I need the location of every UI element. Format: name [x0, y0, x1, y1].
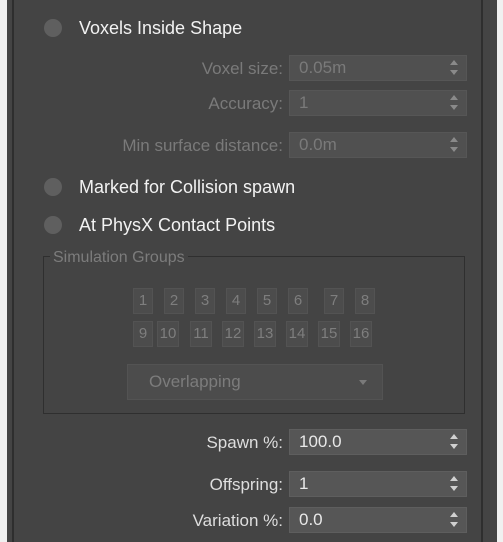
- sim-group-button-6[interactable]: 6: [288, 288, 308, 314]
- voxels-inside-shape-label: Voxels Inside Shape: [79, 17, 243, 38]
- simulation-group-mode-value: Overlapping: [149, 372, 241, 391]
- accuracy-label: Accuracy:: [208, 94, 283, 113]
- offspring-value: 1: [299, 474, 309, 493]
- offspring-label: Offspring:: [209, 475, 283, 494]
- voxel-size-spinner[interactable]: 0.05m: [289, 55, 467, 81]
- accuracy-value: 1: [299, 93, 309, 112]
- at-physx-contact-points-label: At PhysX Contact Points: [79, 214, 276, 235]
- accuracy-spinner-arrows-icon[interactable]: [450, 95, 458, 111]
- simulation-groups-title: Simulation Groups: [50, 250, 188, 266]
- sim-group-button-13[interactable]: 13: [254, 321, 276, 347]
- sim-group-button-15[interactable]: 15: [318, 321, 340, 347]
- sim-group-button-5[interactable]: 5: [257, 288, 277, 314]
- sim-group-button-9[interactable]: 9: [133, 321, 153, 347]
- sim-group-button-11[interactable]: 11: [190, 321, 212, 347]
- voxels-inside-shape-radio[interactable]: [44, 19, 62, 37]
- simulation-group-mode-dropdown[interactable]: Overlapping: [127, 364, 383, 400]
- sim-group-button-3[interactable]: 3: [195, 288, 215, 314]
- sim-group-button-4[interactable]: 4: [226, 288, 246, 314]
- sim-group-button-12[interactable]: 12: [222, 321, 244, 347]
- offspring-row: Offspring: 1: [0, 471, 503, 499]
- marked-for-collision-spawn-label: Marked for Collision spawn: [79, 176, 296, 197]
- sim-group-button-14[interactable]: 14: [286, 321, 308, 347]
- voxel-size-spinner-arrows-icon[interactable]: [450, 60, 458, 76]
- sim-group-button-16[interactable]: 16: [350, 321, 372, 347]
- min-surface-distance-label: Min surface distance:: [122, 136, 283, 155]
- min-surface-distance-spinner[interactable]: 0.0m: [289, 132, 467, 158]
- sim-group-button-2[interactable]: 2: [164, 288, 184, 314]
- min-surface-distance-spinner-arrows-icon[interactable]: [450, 137, 458, 153]
- marked-for-collision-spawn-radio[interactable]: [44, 178, 62, 196]
- sim-group-button-7[interactable]: 7: [324, 288, 344, 314]
- accuracy-row: Accuracy: 1: [0, 90, 503, 118]
- at-physx-contact-points-radio[interactable]: [44, 216, 62, 234]
- spawn-pct-label: Spawn %:: [206, 433, 283, 452]
- chevron-down-icon[interactable]: [359, 380, 367, 385]
- variation-pct-row: Variation %: 0.0: [0, 507, 503, 535]
- marked-for-collision-spawn-option[interactable]: Marked for Collision spawn: [44, 173, 295, 201]
- voxels-inside-shape-option[interactable]: Voxels Inside Shape: [44, 14, 242, 42]
- voxel-size-row: Voxel size: 0.05m: [0, 55, 503, 83]
- sim-group-button-8[interactable]: 8: [355, 288, 375, 314]
- voxel-size-label: Voxel size:: [201, 59, 283, 78]
- at-physx-contact-points-option[interactable]: At PhysX Contact Points: [44, 211, 275, 239]
- variation-pct-spinner-arrows-icon[interactable]: [450, 512, 458, 528]
- voxel-size-value: 0.05m: [299, 58, 347, 77]
- sim-group-button-1[interactable]: 1: [133, 288, 153, 314]
- variation-pct-label: Variation %:: [192, 511, 283, 530]
- variation-pct-spinner[interactable]: 0.0: [289, 507, 467, 533]
- offspring-spinner[interactable]: 1: [289, 471, 467, 497]
- min-surface-distance-row: Min surface distance: 0.0m: [0, 132, 503, 160]
- sim-group-button-10[interactable]: 10: [157, 321, 179, 347]
- spawn-pct-spinner[interactable]: 100.0: [289, 429, 467, 455]
- spawn-pct-value: 100.0: [299, 432, 342, 451]
- spawn-pct-row: Spawn %: 100.0: [0, 429, 503, 457]
- spawn-pct-spinner-arrows-icon[interactable]: [450, 434, 458, 450]
- min-surface-distance-value: 0.0m: [299, 135, 337, 154]
- accuracy-spinner[interactable]: 1: [289, 90, 467, 116]
- variation-pct-value: 0.0: [299, 510, 323, 529]
- offspring-spinner-arrows-icon[interactable]: [450, 476, 458, 492]
